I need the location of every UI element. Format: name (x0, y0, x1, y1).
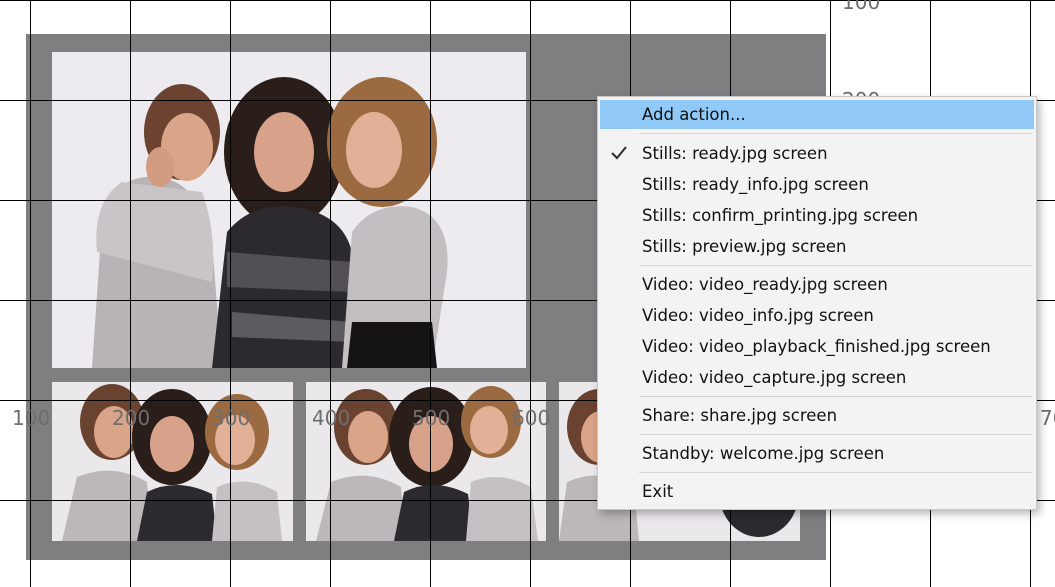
ruler-label: 100 (12, 406, 51, 430)
ruler-label: 600 (512, 406, 551, 430)
menu-item-label: Video: video_playback_finished.jpg scree… (642, 337, 991, 356)
menu-item-label: Stills: ready_info.jpg screen (642, 175, 869, 194)
grid-line (530, 0, 531, 587)
ruler-label: 200 (112, 406, 151, 430)
menu-separator (639, 434, 1032, 435)
menu-item-video-playback-finished[interactable]: Video: video_playback_finished.jpg scree… (600, 332, 1034, 361)
menu-item-video-ready[interactable]: Video: video_ready.jpg screen (600, 270, 1034, 299)
menu-item-video-info[interactable]: Video: video_info.jpg screen (600, 301, 1034, 330)
ruler-label: 500 (412, 406, 451, 430)
thumbnail-photo-1[interactable] (52, 382, 293, 541)
grid-line (30, 0, 31, 587)
thumbnail-photo-1-image (52, 382, 293, 541)
menu-item-label: Video: video_ready.jpg screen (642, 275, 888, 294)
menu-separator (639, 265, 1032, 266)
context-menu: Add action... Stills: ready.jpg screen S… (597, 96, 1037, 510)
menu-item-video-capture[interactable]: Video: video_capture.jpg screen (600, 363, 1034, 392)
ruler-label: 700 (1040, 406, 1055, 430)
menu-separator (639, 472, 1032, 473)
menu-item-share[interactable]: Share: share.jpg screen (600, 401, 1034, 430)
grid-line (130, 0, 131, 587)
menu-item-label: Video: video_info.jpg screen (642, 306, 874, 325)
ruler-label: 100 (842, 0, 881, 14)
menu-separator (639, 133, 1032, 134)
menu-item-label: Stills: preview.jpg screen (642, 237, 847, 256)
menu-item-stills-confirm-printing[interactable]: Stills: confirm_printing.jpg screen (600, 201, 1034, 230)
menu-separator (639, 396, 1032, 397)
photobooth-layout-canvas: 100 200 300 400 500 600 100 200 700 Add … (0, 0, 1055, 587)
grid-line (230, 0, 231, 587)
menu-item-label: Exit (642, 482, 674, 501)
menu-item-label: Share: share.jpg screen (642, 406, 838, 425)
menu-item-label: Standby: welcome.jpg screen (642, 444, 885, 463)
menu-item-stills-ready-info[interactable]: Stills: ready_info.jpg screen (600, 170, 1034, 199)
ruler-label: 400 (312, 406, 351, 430)
menu-item-stills-ready[interactable]: Stills: ready.jpg screen (600, 139, 1034, 168)
menu-item-standby[interactable]: Standby: welcome.jpg screen (600, 439, 1034, 468)
grid-line (330, 0, 331, 587)
menu-item-label: Stills: ready.jpg screen (642, 144, 828, 163)
grid-line (0, 0, 1055, 1)
menu-item-add-action[interactable]: Add action... (600, 100, 1034, 129)
menu-item-label: Video: video_capture.jpg screen (642, 368, 907, 387)
grid-line (430, 0, 431, 587)
menu-item-label: Add action... (642, 105, 746, 124)
menu-item-stills-preview[interactable]: Stills: preview.jpg screen (600, 232, 1034, 261)
menu-item-label: Stills: confirm_printing.jpg screen (642, 206, 919, 225)
menu-item-exit[interactable]: Exit (600, 477, 1034, 506)
checkmark-icon (611, 146, 627, 160)
ruler-label: 300 (212, 406, 251, 430)
